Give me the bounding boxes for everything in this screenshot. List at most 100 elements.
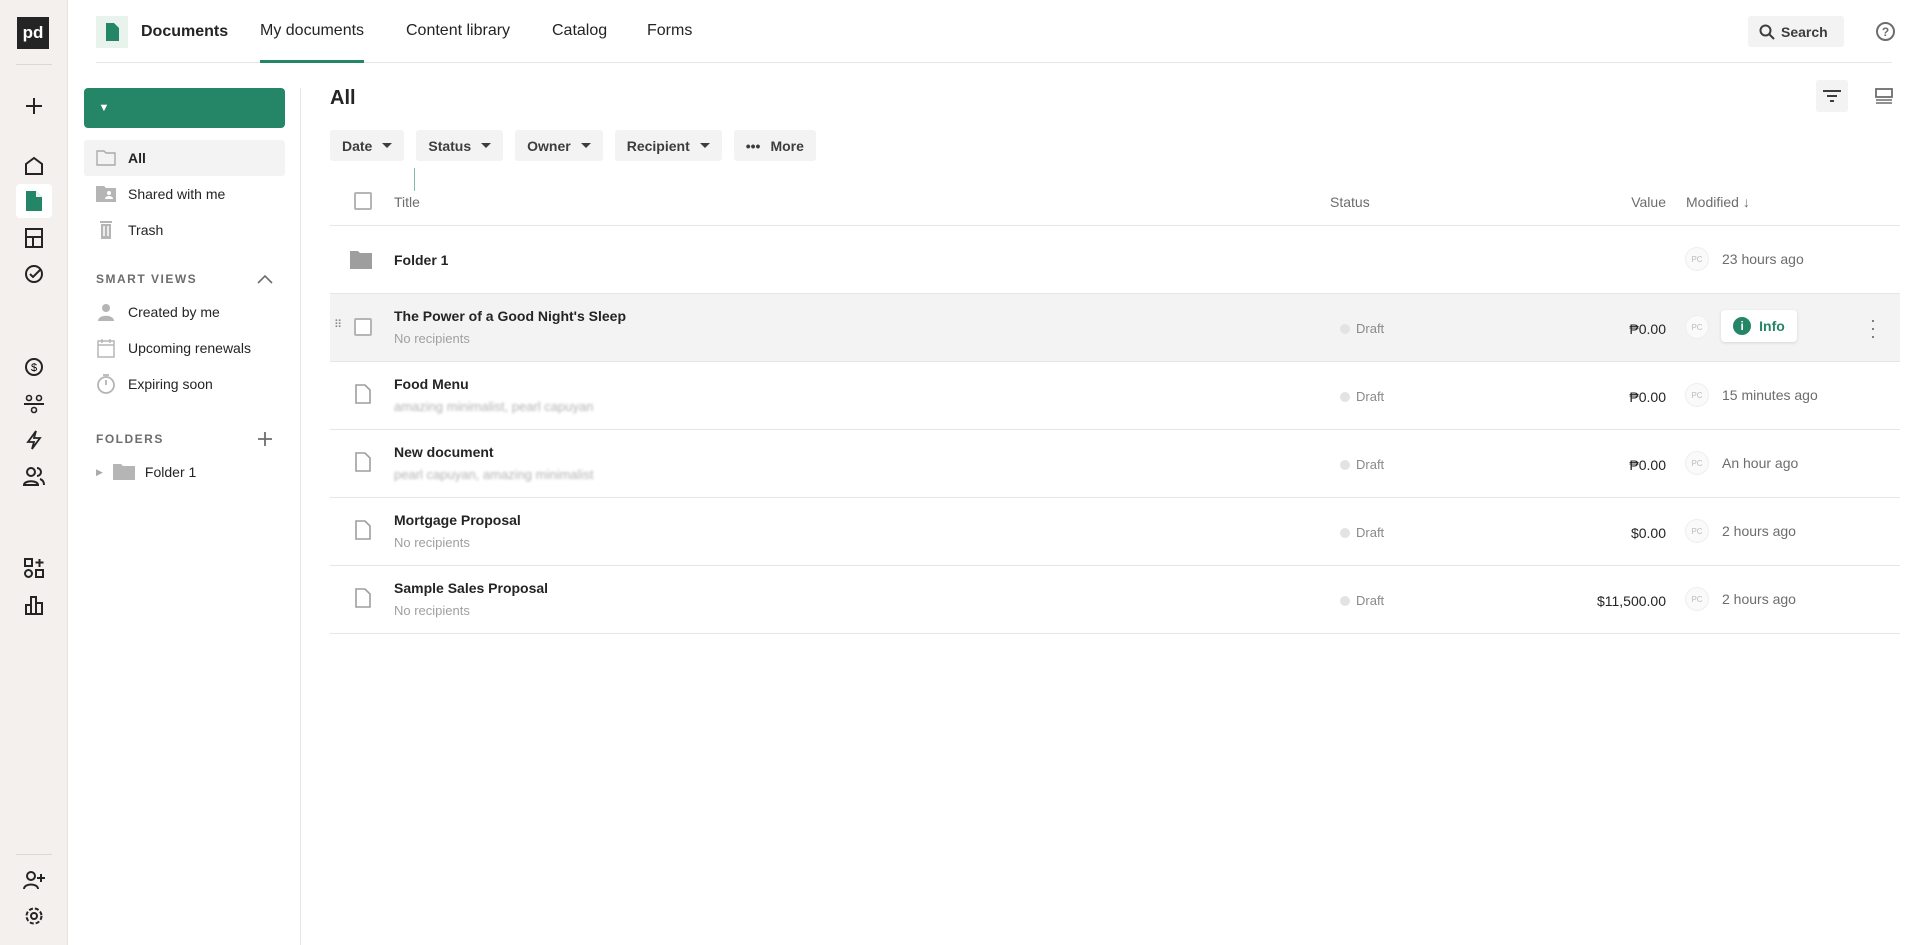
approvals-icon[interactable]: [16, 257, 52, 291]
avatar: PC: [1685, 587, 1709, 611]
templates-icon[interactable]: [16, 221, 52, 255]
search-button[interactable]: Search: [1748, 16, 1844, 47]
documents-app-icon: [96, 16, 128, 48]
invite-user-icon[interactable]: [16, 863, 52, 897]
table-row[interactable]: Mortgage Proposal No recipients Draft $0.00…: [330, 498, 1900, 566]
recipients[interactable]: amazing minimalist, pearl capuyan: [394, 399, 593, 414]
add-folder-icon[interactable]: [257, 431, 273, 447]
more-filters-button[interactable]: ••• More: [733, 130, 816, 161]
settings-icon[interactable]: [16, 899, 52, 933]
contacts-icon[interactable]: [16, 459, 52, 493]
expand-caret-icon[interactable]: ▶: [96, 467, 103, 478]
filter-status[interactable]: Status: [416, 130, 504, 161]
table-row[interactable]: Folder 1 PC 23 hours ago: [330, 226, 1900, 294]
info-button[interactable]: i Info: [1721, 310, 1797, 342]
row-title[interactable]: Mortgage Proposal: [394, 512, 521, 528]
row-title[interactable]: Food Menu: [394, 376, 469, 392]
row-title[interactable]: Folder 1: [394, 252, 448, 268]
sidebar-item-trash[interactable]: Trash: [84, 212, 285, 248]
row-title[interactable]: The Power of a Good Night's Sleep: [394, 308, 626, 324]
column-status[interactable]: Status: [1330, 194, 1370, 210]
smart-view-created-by-me[interactable]: Created by me: [84, 294, 285, 330]
column-modified[interactable]: Modified ↓: [1686, 194, 1750, 210]
documents-icon[interactable]: [16, 184, 52, 218]
chevron-up-icon[interactable]: [257, 274, 273, 284]
divider: [16, 64, 52, 65]
row-checkbox[interactable]: [354, 318, 372, 336]
column-value[interactable]: Value: [1631, 194, 1666, 210]
modified-time: 2 hours ago: [1722, 523, 1796, 539]
column-title[interactable]: Title: [394, 194, 420, 210]
smart-view-upcoming-renewals[interactable]: Upcoming renewals: [84, 330, 285, 366]
status-label: Draft: [1356, 593, 1385, 608]
sidebar-item-shared[interactable]: Shared with me: [84, 176, 285, 212]
status-badge: Draft: [1340, 389, 1384, 404]
tab-forms[interactable]: Forms: [647, 22, 692, 63]
app-rail: pd $: [0, 0, 68, 945]
document-icon: [355, 520, 371, 540]
documents-table: Title Status Value Modified ↓ Folder 1 PC…: [330, 186, 1900, 634]
team-icon[interactable]: [16, 387, 52, 421]
pandadoc-logo[interactable]: pd: [17, 17, 49, 49]
smart-view-expiring-soon[interactable]: Expiring soon: [84, 366, 285, 402]
divider: [16, 854, 52, 855]
status-badge: Draft: [1340, 525, 1384, 540]
calendar-icon: [97, 339, 115, 358]
sidebar-item-label: Folder 1: [144, 464, 197, 480]
filter-owner[interactable]: Owner: [515, 130, 603, 161]
more-options-icon[interactable]: · · ·: [1870, 311, 1876, 345]
new-document-button[interactable]: + Document ▼: [84, 88, 460, 191]
list-view-icon: [1875, 88, 1893, 104]
view-toggle-button[interactable]: [1868, 80, 1900, 112]
document-icon: [355, 452, 371, 472]
row-title[interactable]: Sample Sales Proposal: [394, 580, 548, 596]
trash-icon: [100, 221, 112, 239]
filter-date[interactable]: Date: [330, 130, 405, 161]
status-label: Draft: [1356, 321, 1385, 336]
folder-icon: [350, 251, 372, 269]
modified-time: An hour ago: [1722, 455, 1799, 471]
select-all-checkbox[interactable]: [354, 192, 372, 210]
tab-catalog[interactable]: Catalog: [552, 22, 607, 63]
folder-tree-item[interactable]: ▶ Folder 1: [84, 454, 285, 490]
folder-icon: [112, 464, 135, 480]
status-badge: Draft: [1340, 457, 1384, 472]
plus-icon[interactable]: [16, 89, 52, 123]
help-icon[interactable]: ?: [1876, 22, 1895, 41]
home-icon[interactable]: [16, 149, 52, 183]
filter-recipient[interactable]: Recipient: [614, 130, 722, 161]
tab-content-library[interactable]: Content library: [406, 22, 510, 63]
tab-my-documents[interactable]: My documents: [260, 22, 365, 63]
row-title[interactable]: New document: [394, 444, 494, 460]
folders-header: FOLDERS: [84, 424, 285, 454]
column-modified-label: Modified: [1686, 194, 1739, 210]
avatar: PC: [1685, 247, 1709, 271]
shared-folder-icon: [96, 186, 116, 202]
table-row[interactable]: ⠿ The Power of a Good Night's Sleep No rec…: [330, 294, 1900, 362]
table-header: Title Status Value Modified ↓: [330, 186, 1900, 226]
sidebar-item-label: All: [128, 150, 146, 166]
add-ons-icon[interactable]: [16, 551, 52, 585]
sidebar-item-label: Shared with me: [128, 186, 226, 202]
stopwatch-icon: [97, 374, 115, 394]
automation-icon[interactable]: [16, 423, 52, 457]
drag-handle-icon[interactable]: ⠿: [334, 318, 342, 331]
folder-outline-icon: [96, 150, 116, 166]
table-row[interactable]: Food Menu amazing minimalist, pearl capuy…: [330, 362, 1900, 430]
info-icon: i: [1733, 317, 1752, 335]
sidebar-item-all[interactable]: All: [84, 140, 285, 176]
modified-time: 23 hours ago: [1722, 251, 1804, 267]
sidebar-item-label: Upcoming renewals: [128, 340, 251, 356]
page-title: All: [330, 87, 356, 109]
table-row[interactable]: New document pearl capuyan, amazing minim…: [330, 430, 1900, 498]
status-dot: [1340, 595, 1350, 606]
document-icon: [355, 588, 371, 608]
reports-icon[interactable]: [16, 588, 52, 622]
person-icon: [98, 304, 114, 321]
new-document-dropdown[interactable]: ▼: [84, 88, 124, 128]
filter-toggle-button[interactable]: [1816, 80, 1848, 112]
recipients[interactable]: pearl capuyan, amazing minimalist: [394, 467, 593, 482]
table-row[interactable]: Sample Sales Proposal No recipients Draft $…: [330, 566, 1900, 634]
dollar-icon[interactable]: $: [16, 350, 52, 384]
recipients: No recipients: [394, 331, 470, 346]
